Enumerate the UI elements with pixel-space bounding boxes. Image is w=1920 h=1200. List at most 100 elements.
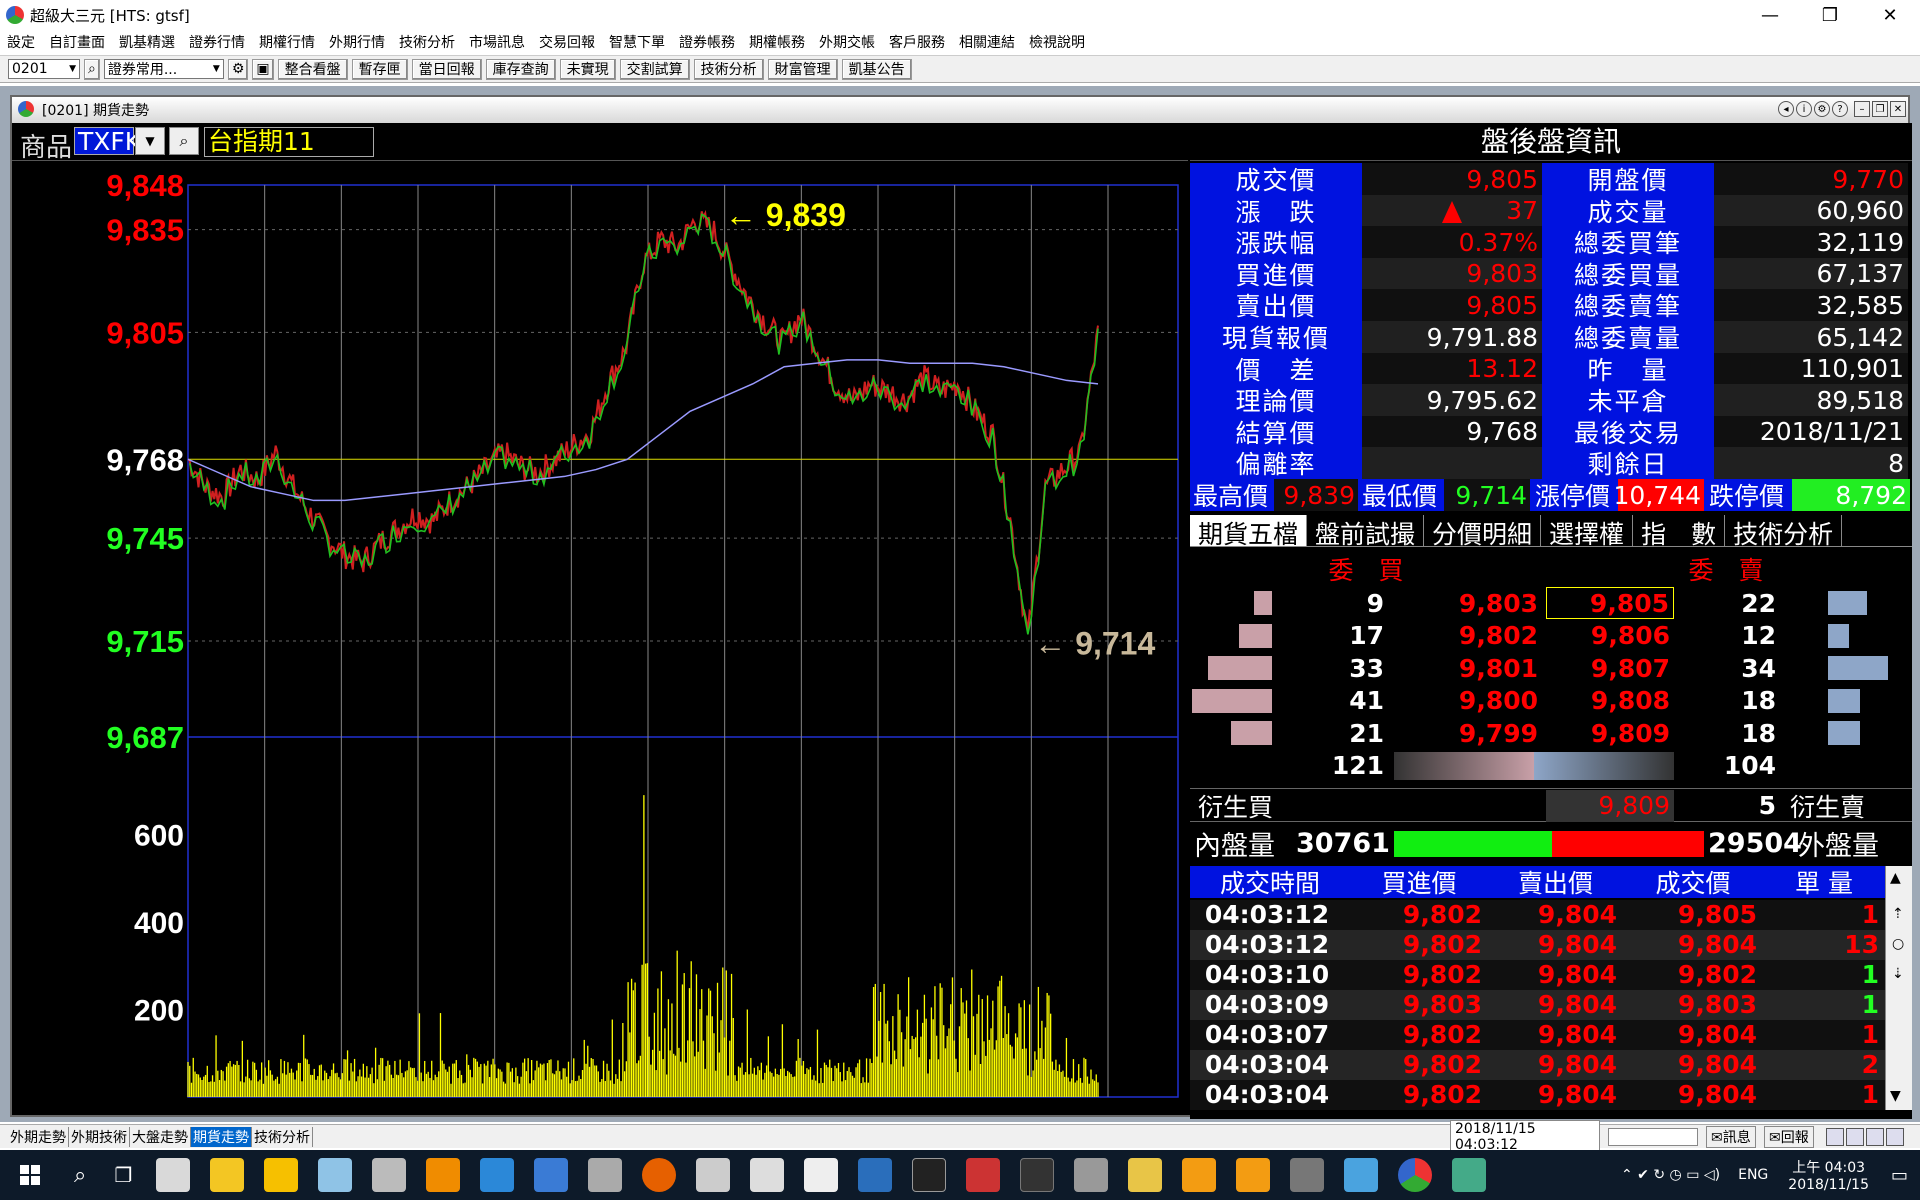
app-icon-23[interactable] bbox=[1344, 1158, 1379, 1192]
panel-tab-1[interactable]: 盤前試撮 bbox=[1307, 515, 1425, 549]
toolbar-button-2[interactable]: 當日回報 bbox=[411, 58, 482, 80]
app-icon-9[interactable] bbox=[588, 1158, 623, 1192]
menu-item-15[interactable]: 檢視說明 bbox=[1022, 32, 1092, 52]
bid-price[interactable]: 9,802 bbox=[1390, 620, 1542, 652]
gear-icon[interactable]: ⚙ bbox=[227, 58, 249, 80]
start-icon[interactable] bbox=[10, 1155, 50, 1195]
toolbar-button-0[interactable]: 整合看盤 bbox=[277, 58, 348, 80]
toolbar-button-3[interactable]: 庫存查詢 bbox=[485, 58, 556, 80]
layout-4-icon[interactable] bbox=[1886, 1127, 1904, 1146]
firefox-icon[interactable] bbox=[642, 1158, 677, 1192]
toolbar-button-8[interactable]: 凱基公告 bbox=[841, 58, 912, 80]
app-icon-18[interactable] bbox=[1074, 1158, 1109, 1192]
language-indicator[interactable]: ENG bbox=[1738, 1167, 1768, 1183]
toolbar-button-1[interactable]: 暫存匣 bbox=[351, 58, 408, 80]
search-app-icon[interactable] bbox=[426, 1158, 461, 1192]
menu-item-10[interactable]: 證券帳務 bbox=[672, 32, 742, 52]
scroll-top-icon[interactable]: ⇡ bbox=[1892, 906, 1904, 922]
bid-price[interactable]: 9,801 bbox=[1390, 652, 1542, 684]
app-icon-25[interactable] bbox=[1452, 1158, 1487, 1192]
scroll-center-icon[interactable]: ○ bbox=[1892, 936, 1904, 952]
app-icon-11[interactable] bbox=[696, 1158, 731, 1192]
bottom-tab-3[interactable]: 期貨走勢 bbox=[191, 1126, 252, 1147]
app-icon-19[interactable] bbox=[1128, 1158, 1163, 1192]
ask-price[interactable]: 9,805 bbox=[1546, 587, 1674, 619]
app-icon-14[interactable] bbox=[858, 1158, 893, 1192]
app-icon-22[interactable] bbox=[1290, 1158, 1325, 1192]
file-explorer-icon[interactable] bbox=[210, 1158, 245, 1192]
toolbar-button-7[interactable]: 財富管理 bbox=[767, 58, 838, 80]
menu-item-1[interactable]: 自訂畫面 bbox=[42, 32, 112, 52]
search-icon[interactable]: ⌕ bbox=[84, 58, 100, 80]
bottom-tab-2[interactable]: 大盤走勢 bbox=[130, 1126, 191, 1147]
app-icon-16[interactable] bbox=[966, 1158, 1001, 1192]
panel-tab-0[interactable]: 期貨五檔 bbox=[1190, 515, 1308, 549]
layout-combo[interactable]: 證券常用... ▼ bbox=[103, 59, 224, 79]
calculator-icon[interactable] bbox=[372, 1158, 407, 1192]
window-icon[interactable]: ▣ bbox=[252, 58, 274, 80]
menu-item-4[interactable]: 期權行情 bbox=[252, 32, 322, 52]
restore-icon[interactable]: ❐ bbox=[1872, 101, 1888, 117]
report-button[interactable]: ✉回報 bbox=[1764, 1125, 1814, 1148]
app-icon-13[interactable] bbox=[804, 1158, 839, 1192]
trades-scrollbar[interactable]: ▲ ⇡ ○ ⇣ ▼ bbox=[1885, 865, 1912, 1110]
back-icon[interactable]: ◂ bbox=[1778, 101, 1794, 117]
panel-tab-5[interactable]: 技術分析 bbox=[1725, 515, 1843, 549]
scroll-down-icon[interactable]: ▼ bbox=[1890, 1088, 1901, 1104]
menu-item-12[interactable]: 外期交帳 bbox=[812, 32, 882, 52]
toolbar-button-6[interactable]: 技術分析 bbox=[693, 58, 764, 80]
toolbar-button-5[interactable]: 交割試算 bbox=[619, 58, 690, 80]
ask-price[interactable]: 9,808 bbox=[1546, 685, 1674, 717]
settings-icon[interactable]: ⚙ bbox=[1814, 101, 1830, 117]
menu-item-6[interactable]: 技術分析 bbox=[392, 32, 462, 52]
tray-icons[interactable]: ⌃ ✔ ↻ ◷ ▭ ◁) bbox=[1621, 1167, 1720, 1183]
menu-item-5[interactable]: 外期行情 bbox=[322, 32, 392, 52]
menu-item-8[interactable]: 交易回報 bbox=[532, 32, 602, 52]
close-button[interactable]: ✕ bbox=[1860, 0, 1920, 30]
bid-price[interactable]: 9,800 bbox=[1390, 685, 1542, 717]
clock-app-icon[interactable] bbox=[156, 1158, 191, 1192]
toolbar-button-4[interactable]: 未實現 bbox=[559, 58, 616, 80]
menu-item-0[interactable]: 設定 bbox=[0, 32, 42, 52]
dvd-app-icon[interactable] bbox=[912, 1158, 947, 1192]
message-button[interactable]: ✉訊息 bbox=[1706, 1125, 1756, 1148]
rss-icon-2[interactable] bbox=[1236, 1158, 1271, 1192]
app-icon-8[interactable] bbox=[534, 1158, 569, 1192]
ask-price[interactable]: 9,806 bbox=[1546, 620, 1674, 652]
symbol-search-icon[interactable]: ⌕ bbox=[169, 127, 199, 155]
notification-icon[interactable]: ▭ bbox=[1891, 1165, 1908, 1186]
symbol-code-input[interactable]: TXFK bbox=[74, 127, 141, 156]
symbol-dropdown-button[interactable]: ▼ bbox=[135, 127, 165, 155]
menu-item-11[interactable]: 期權帳務 bbox=[742, 32, 812, 52]
menu-item-3[interactable]: 證券行情 bbox=[182, 32, 252, 52]
app-icon-4[interactable] bbox=[318, 1158, 353, 1192]
help-icon[interactable]: ? bbox=[1832, 101, 1848, 117]
minimize-icon[interactable]: – bbox=[1854, 101, 1870, 117]
intraday-chart[interactable]: 15:00171819202122230001020305:009,8489,8… bbox=[12, 167, 1188, 1109]
menu-item-2[interactable]: 凱基精選 bbox=[112, 32, 182, 52]
layout-3-icon[interactable] bbox=[1866, 1127, 1884, 1146]
player-app-icon[interactable] bbox=[264, 1158, 299, 1192]
ask-price[interactable]: 9,809 bbox=[1546, 717, 1674, 749]
trading-app-icon[interactable] bbox=[1398, 1158, 1433, 1192]
scroll-up-icon[interactable]: ▲ bbox=[1890, 870, 1901, 886]
layout-1-icon[interactable] bbox=[1826, 1127, 1844, 1146]
task-view-icon[interactable]: ❐ bbox=[114, 1163, 132, 1187]
app-icon-7[interactable] bbox=[480, 1158, 515, 1192]
maximize-button[interactable]: ❐ bbox=[1800, 0, 1860, 30]
search-taskbar-icon[interactable]: ⌕ bbox=[74, 1163, 86, 1188]
close-icon[interactable]: ✕ bbox=[1890, 101, 1906, 117]
bottom-tab-1[interactable]: 外期技術 bbox=[69, 1126, 130, 1147]
layout-2-icon[interactable] bbox=[1846, 1127, 1864, 1146]
menu-item-7[interactable]: 市場訊息 bbox=[462, 32, 532, 52]
bid-price[interactable]: 9,799 bbox=[1390, 717, 1542, 749]
menu-item-13[interactable]: 客戶服務 bbox=[882, 32, 952, 52]
panel-tab-4[interactable]: 指 數 bbox=[1633, 515, 1726, 549]
bid-price[interactable]: 9,803 bbox=[1390, 587, 1542, 619]
panel-tab-2[interactable]: 分價明細 bbox=[1424, 515, 1542, 549]
rss-icon-1[interactable] bbox=[1182, 1158, 1217, 1192]
info-icon[interactable]: i bbox=[1796, 101, 1812, 117]
app-icon-12[interactable] bbox=[750, 1158, 785, 1192]
minimize-button[interactable]: — bbox=[1740, 0, 1800, 30]
menu-item-14[interactable]: 相關連結 bbox=[952, 32, 1022, 52]
